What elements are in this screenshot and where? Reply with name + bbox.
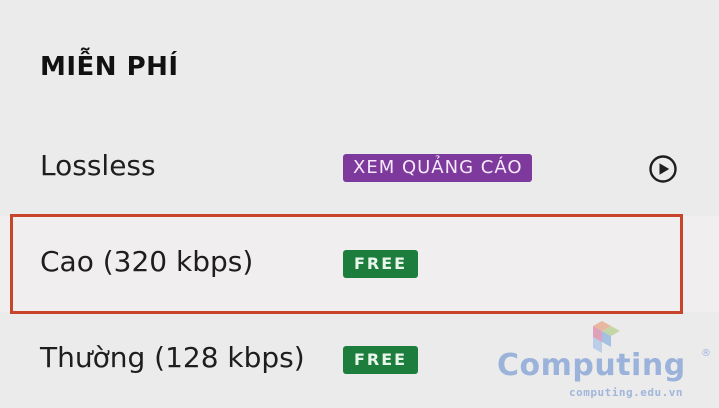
free-badge: FREE	[343, 346, 419, 374]
option-label: Cao (320 kbps)	[40, 245, 254, 278]
section-title: MIỄN PHÍ	[40, 52, 179, 82]
option-label: Thường (128 kbps)	[40, 341, 305, 374]
quality-option-lossless[interactable]: Lossless XEM QUẢNG CÁO	[0, 120, 719, 216]
quality-option-normal[interactable]: Thường (128 kbps) FREE	[0, 312, 719, 408]
option-label: Lossless	[40, 149, 156, 182]
watch-ad-badge: XEM QUẢNG CÁO	[343, 154, 533, 182]
play-circle-icon[interactable]	[648, 154, 678, 184]
quality-option-high[interactable]: Cao (320 kbps) FREE	[0, 216, 719, 312]
free-badge: FREE	[343, 250, 419, 278]
